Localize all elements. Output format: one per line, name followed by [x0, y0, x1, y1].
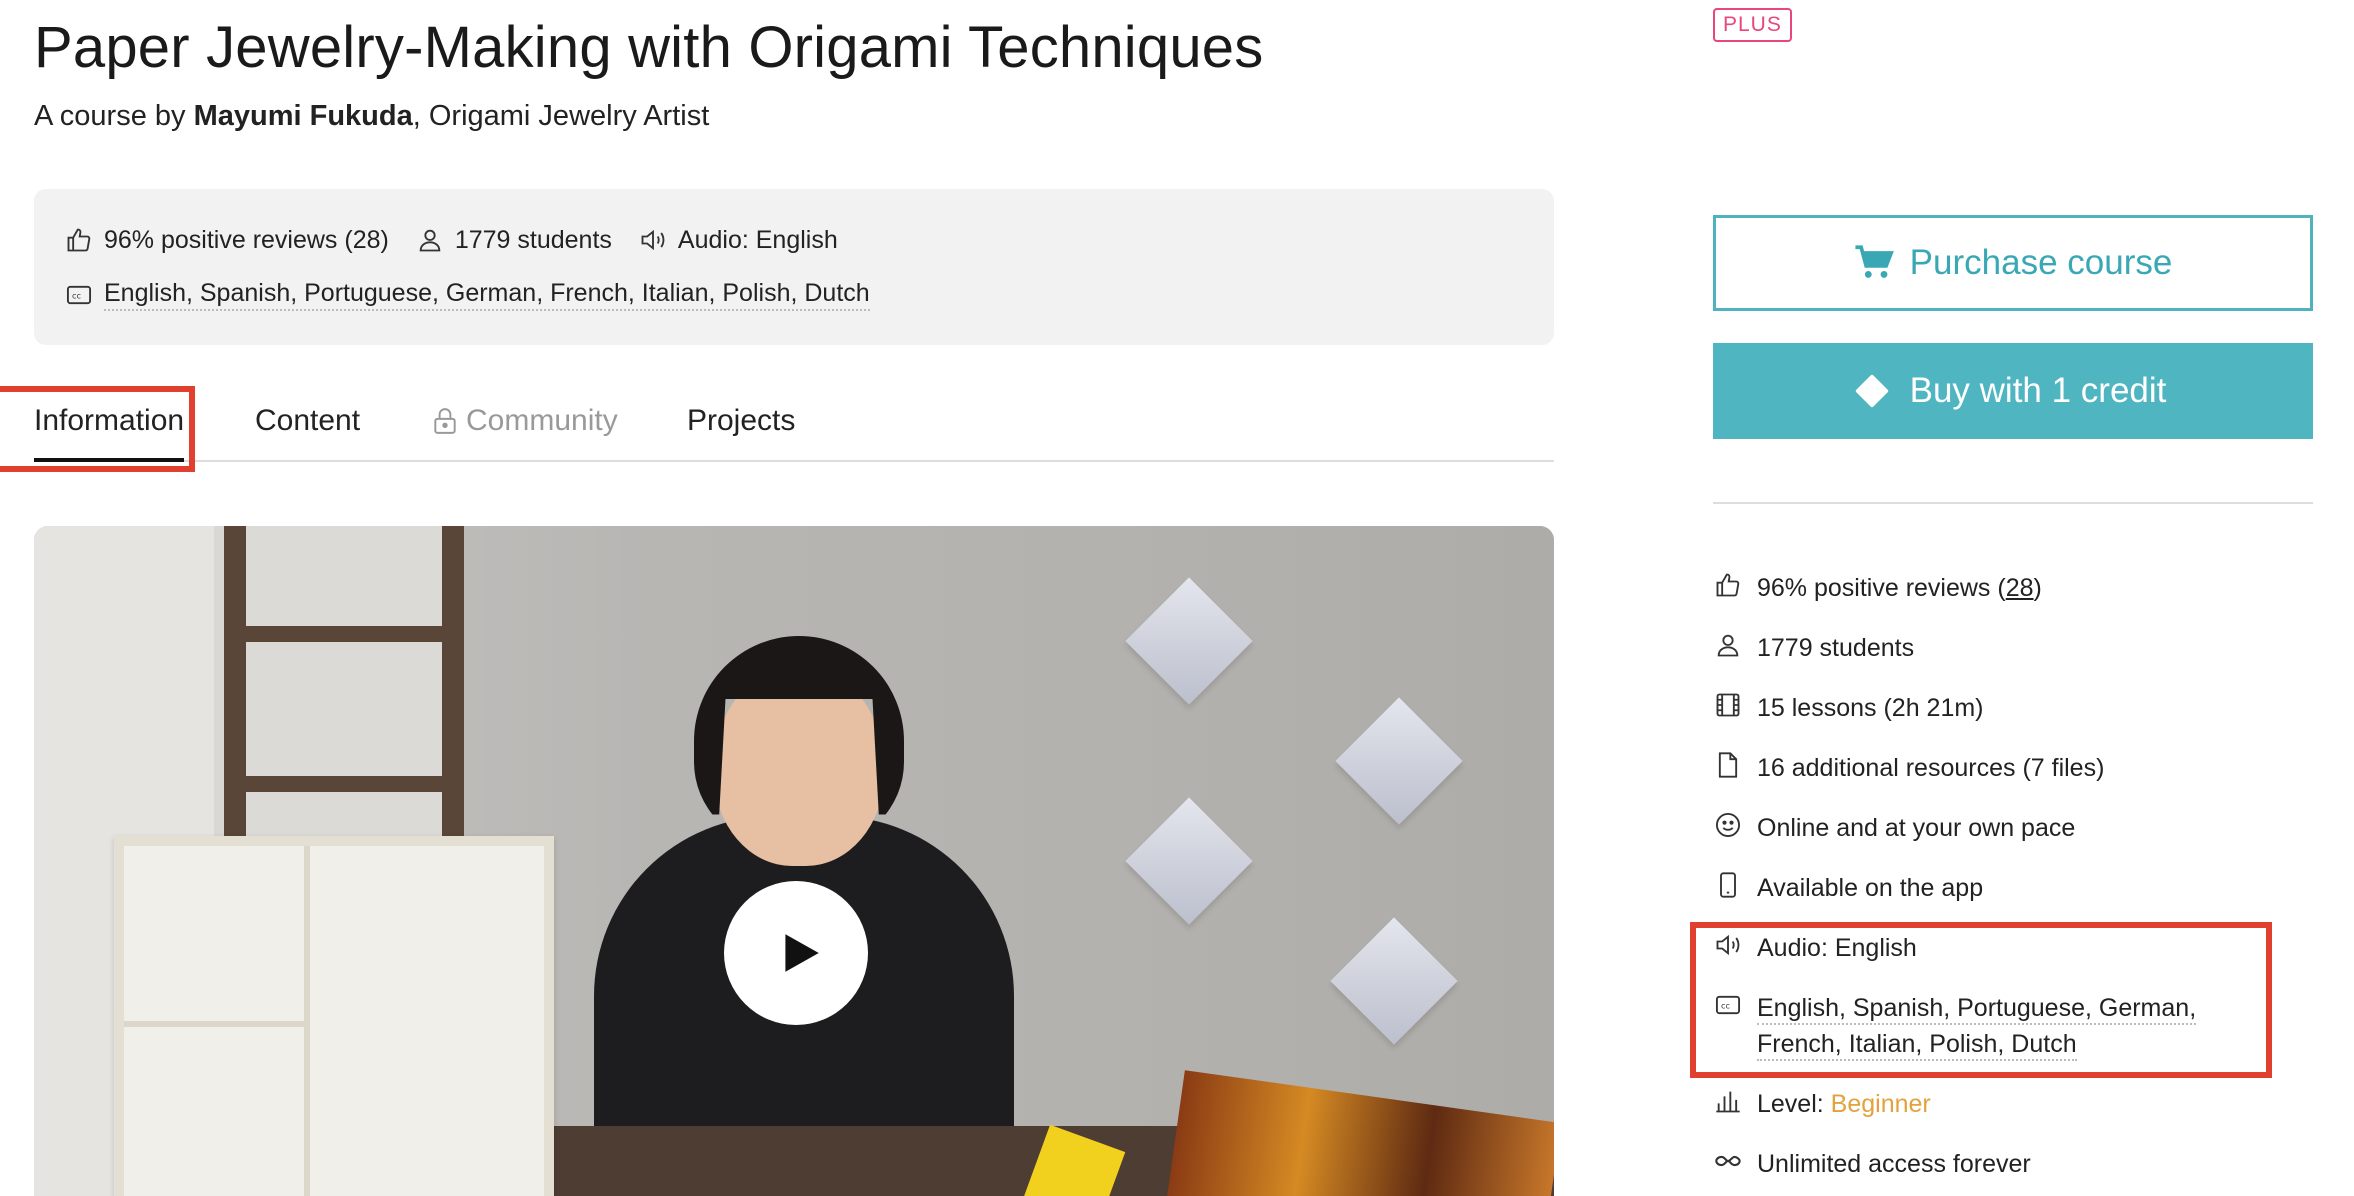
- author-name[interactable]: Mayumi Fukuda: [194, 100, 413, 132]
- feature-students: 1779 students: [1713, 630, 1914, 666]
- play-icon: [785, 934, 819, 972]
- stats-row-1: 96% positive reviews (28) 1779 students …: [64, 225, 864, 255]
- tab-projects-label: Projects: [687, 404, 796, 437]
- thumbs-up-icon: [64, 225, 94, 255]
- highlight-box-languages: [1690, 922, 2272, 1078]
- byline-prefix: A course by: [34, 100, 194, 132]
- feature-pace: Online and at your own pace: [1713, 810, 2075, 846]
- infinity-icon: [1713, 1146, 1743, 1176]
- course-tabs: Information Content Community Projects: [34, 396, 1554, 462]
- course-title: Paper Jewelry-Making with Origami Techni…: [34, 15, 1264, 80]
- course-video-thumbnail[interactable]: [34, 526, 1554, 1196]
- feature-level: Level: Beginner: [1713, 1086, 1931, 1122]
- stat-reviews: 96% positive reviews (28): [64, 225, 389, 255]
- thumbs-up-icon: [1713, 570, 1743, 600]
- sidebar-divider: [1713, 502, 2313, 504]
- diamond-icon: [1854, 374, 1889, 408]
- feature-reviews-text: 96% positive reviews (28): [1757, 574, 2042, 602]
- feature-students-text: 1779 students: [1757, 634, 1915, 662]
- course-byline: A course by Mayumi Fukuda, Origami Jewel…: [34, 100, 709, 133]
- feature-level-text: Level: Beginner: [1757, 1090, 1931, 1118]
- highlight-box-tab: [0, 386, 195, 472]
- user-icon: [415, 225, 445, 255]
- stat-students: 1779 students: [415, 225, 612, 255]
- feature-access: Unlimited access forever: [1713, 1146, 2031, 1182]
- speaker-icon: [638, 225, 668, 255]
- lock-icon: [434, 408, 456, 434]
- jewelry-display-board: [114, 836, 554, 1196]
- feature-access-text: Unlimited access forever: [1757, 1150, 2031, 1178]
- tab-content-label: Content: [255, 404, 361, 437]
- phone-icon: [1713, 870, 1743, 900]
- user-icon: [1713, 630, 1743, 660]
- svg-text:cc: cc: [72, 291, 81, 301]
- purchase-course-label: Purchase course: [1909, 243, 2173, 282]
- plus-badge: PLUS: [1713, 8, 1792, 42]
- file-icon: [1713, 750, 1743, 780]
- buy-with-credit-label: Buy with 1 credit: [1909, 371, 2167, 410]
- cart-icon: [1855, 245, 1894, 278]
- author-role: , Origami Jewelry Artist: [412, 100, 710, 132]
- feature-lessons: 15 lessons (2h 21m): [1713, 690, 1984, 726]
- tab-projects[interactable]: Projects: [687, 404, 795, 438]
- film-icon: [1713, 690, 1743, 720]
- stats-row-2: cc English, Spanish, Portuguese, German,…: [64, 279, 896, 311]
- closed-captions-icon: cc: [64, 280, 94, 310]
- play-button[interactable]: [724, 881, 868, 1025]
- tab-community-label: Community: [466, 404, 618, 437]
- feature-app: Available on the app: [1713, 870, 1983, 906]
- tab-content[interactable]: Content: [255, 404, 360, 438]
- feature-lessons-text: 15 lessons (2h 21m): [1757, 694, 1984, 722]
- stat-reviews-text: 96% positive reviews (28): [104, 225, 389, 254]
- stat-students-text: 1779 students: [454, 225, 612, 254]
- stat-subtitles-text[interactable]: English, Spanish, Portuguese, German, Fr…: [104, 279, 870, 311]
- course-stats-box: 96% positive reviews (28) 1779 students …: [34, 189, 1554, 345]
- tab-community[interactable]: Community: [432, 404, 618, 438]
- feature-app-text: Available on the app: [1757, 874, 1984, 902]
- stat-subtitles: cc English, Spanish, Portuguese, German,…: [64, 279, 870, 311]
- bar-chart-icon: [1713, 1086, 1743, 1116]
- smiley-icon: [1713, 810, 1743, 840]
- purchase-course-button[interactable]: Purchase course: [1713, 215, 2313, 311]
- feature-resources-text: 16 additional resources (7 files): [1757, 754, 2105, 782]
- stat-audio-text: Audio: English: [677, 225, 838, 254]
- feature-reviews: 96% positive reviews (28): [1713, 570, 2042, 606]
- feature-resources: 16 additional resources (7 files): [1713, 750, 2104, 786]
- buy-with-credit-button[interactable]: Buy with 1 credit: [1713, 343, 2313, 439]
- stat-audio: Audio: English: [638, 225, 838, 255]
- level-value: Beginner: [1830, 1090, 1931, 1118]
- reviews-count-link[interactable]: 28: [2006, 574, 2034, 602]
- feature-pace-text: Online and at your own pace: [1757, 814, 2076, 842]
